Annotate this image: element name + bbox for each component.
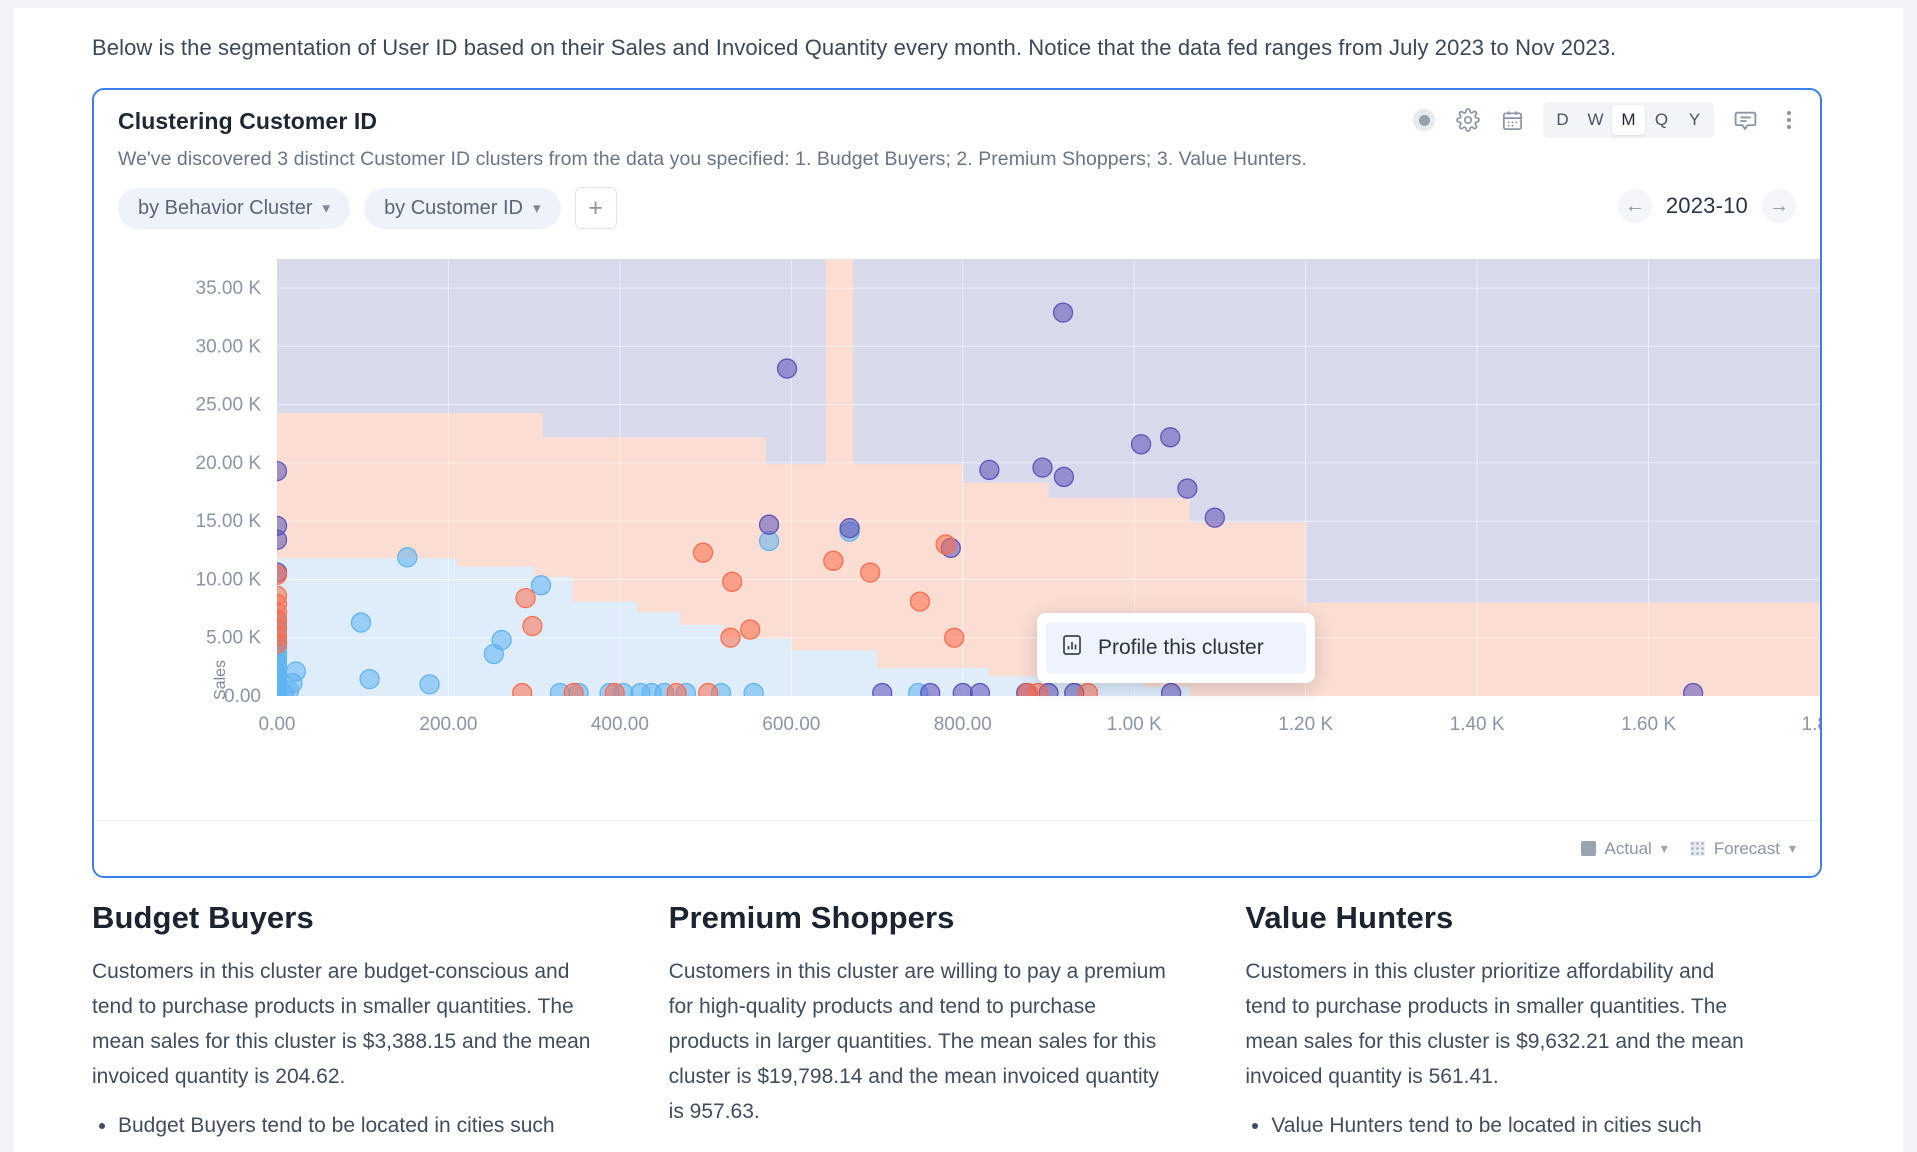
profile-this-cluster-menu-item[interactable]: Profile this cluster <box>1046 622 1306 674</box>
svg-text:35.00 K: 35.00 K <box>196 278 262 299</box>
svg-text:30.00 K: 30.00 K <box>196 336 262 357</box>
svg-text:10.00 K: 10.00 K <box>196 569 262 590</box>
svg-text:1.40 K: 1.40 K <box>1450 714 1505 735</box>
period-toggle-group: D W M Q Y <box>1543 102 1714 138</box>
card-header: Clustering Customer ID We've discovered … <box>94 90 1820 171</box>
period-button-w[interactable]: W <box>1579 105 1612 135</box>
cluster-card-premium-shoppers: Premium Shoppers Customers in this clust… <box>669 900 1246 1143</box>
period-button-q[interactable]: Q <box>1645 105 1678 135</box>
cluster-card-value-hunters: Value Hunters Customers in this cluster … <box>1245 900 1822 1143</box>
cluster-description: Customers in this cluster are budget-con… <box>92 960 591 1088</box>
cluster-card-budget-buyers: Budget Buyers Customers in this cluster … <box>92 900 669 1143</box>
chevron-down-icon: ▾ <box>322 199 331 217</box>
cluster-descriptions: Budget Buyers Customers in this cluster … <box>92 900 1822 1143</box>
cluster-bullet-list: Value Hunters tend to be located in citi… <box>1245 1108 1747 1143</box>
list-item: Value Hunters tend to be located in citi… <box>1271 1108 1747 1143</box>
svg-text:200.00: 200.00 <box>419 714 477 735</box>
chevron-down-icon: ▾ <box>1788 840 1796 856</box>
prev-period-button[interactable]: ← <box>1617 189 1652 223</box>
svg-text:25.00 K: 25.00 K <box>196 395 262 416</box>
cluster-title: Budget Buyers <box>92 900 314 935</box>
svg-text:5.00 K: 5.00 K <box>206 628 261 649</box>
page-edge-top <box>0 0 1917 8</box>
card-subtitle: We've discovered 3 distinct Customer ID … <box>118 148 1307 170</box>
calendar-icon[interactable] <box>1499 107 1525 133</box>
svg-text:1.00 K: 1.00 K <box>1107 714 1162 735</box>
current-period-label: 2023-10 <box>1665 193 1748 218</box>
period-button-d[interactable]: D <box>1546 105 1579 135</box>
profile-this-cluster-label: Profile this cluster <box>1098 636 1264 659</box>
cluster-context-menu: Profile this cluster <box>1037 613 1315 683</box>
intro-paragraph: Below is the segmentation of User ID bas… <box>92 35 1617 60</box>
svg-text:600.00: 600.00 <box>762 714 820 735</box>
cluster-description: Customers in this cluster prioritize aff… <box>1245 960 1744 1088</box>
forecast-swatch-icon <box>1689 841 1705 856</box>
svg-text:1.80: 1.80 <box>1802 714 1820 735</box>
record-dot-icon[interactable] <box>1411 107 1437 133</box>
clustering-card: Clustering Customer ID We've discovered … <box>92 88 1822 878</box>
cluster-title: Value Hunters <box>1245 900 1454 935</box>
filter-pill-customer-id[interactable]: by Customer ID ▾ <box>364 187 561 229</box>
gear-icon[interactable] <box>1455 107 1481 133</box>
kebab-menu-icon[interactable] <box>1776 107 1802 133</box>
svg-text:1.20 K: 1.20 K <box>1278 714 1333 735</box>
filter-pill-behavior-cluster-label: by Behavior Cluster <box>138 196 313 219</box>
chevron-down-icon: ▾ <box>533 199 541 217</box>
forecast-selector[interactable]: Forecast ▾ <box>1689 838 1796 859</box>
filter-pill-behavior-cluster[interactable]: by Behavior Cluster ▾ <box>118 187 351 229</box>
cluster-title: Premium Shoppers <box>668 900 955 935</box>
add-filter-button[interactable]: + <box>574 187 617 229</box>
next-period-button[interactable]: → <box>1762 189 1796 223</box>
comment-icon[interactable] <box>1732 107 1758 133</box>
svg-text:0.00: 0.00 <box>259 714 296 735</box>
svg-text:800.00: 800.00 <box>934 714 992 735</box>
period-button-y[interactable]: Y <box>1678 105 1711 135</box>
period-button-m[interactable]: M <box>1612 105 1645 135</box>
actual-swatch-icon <box>1580 841 1596 856</box>
page-edge-right <box>1903 0 1917 1152</box>
filter-pill-customer-id-label: by Customer ID <box>384 196 523 219</box>
svg-text:1.60 K: 1.60 K <box>1621 714 1676 735</box>
cluster-scatter-chart: 0.00 5.00 K 10.00 K 15.00 K 20.00 K 25.00 K 30… <box>94 245 1820 765</box>
forecast-label: Forecast <box>1713 838 1780 858</box>
actual-selector[interactable]: Actual ▾ <box>1580 838 1668 859</box>
actual-label: Actual <box>1604 838 1652 858</box>
cluster-bullet-list: Budget Buyers tend to be located in citi… <box>92 1108 594 1143</box>
period-navigator: ← 2023-10 → <box>1617 189 1796 223</box>
scatter-plot-svg[interactable]: 0.00 5.00 K 10.00 K 15.00 K 20.00 K 25.00 K 30… <box>94 245 1820 765</box>
svg-text:400.00: 400.00 <box>591 714 649 735</box>
bar-chart-icon <box>1060 633 1084 663</box>
cluster-description: Customers in this cluster are willing to… <box>668 960 1166 1123</box>
page-edge-left <box>0 0 14 1152</box>
card-toolbar: D W M Q Y <box>1411 102 1802 138</box>
filter-pills-row: by Behavior Cluster ▾ by Customer ID ▾ +… <box>94 187 1820 229</box>
chevron-down-icon: ▾ <box>1660 840 1668 856</box>
svg-text:15.00 K: 15.00 K <box>196 511 262 532</box>
list-item: Budget Buyers tend to be located in citi… <box>118 1108 594 1143</box>
card-footer: Actual ▾ Forecast ▾ <box>94 820 1820 876</box>
y-axis-label: Sales <box>212 659 229 700</box>
svg-text:20.00 K: 20.00 K <box>196 453 262 474</box>
